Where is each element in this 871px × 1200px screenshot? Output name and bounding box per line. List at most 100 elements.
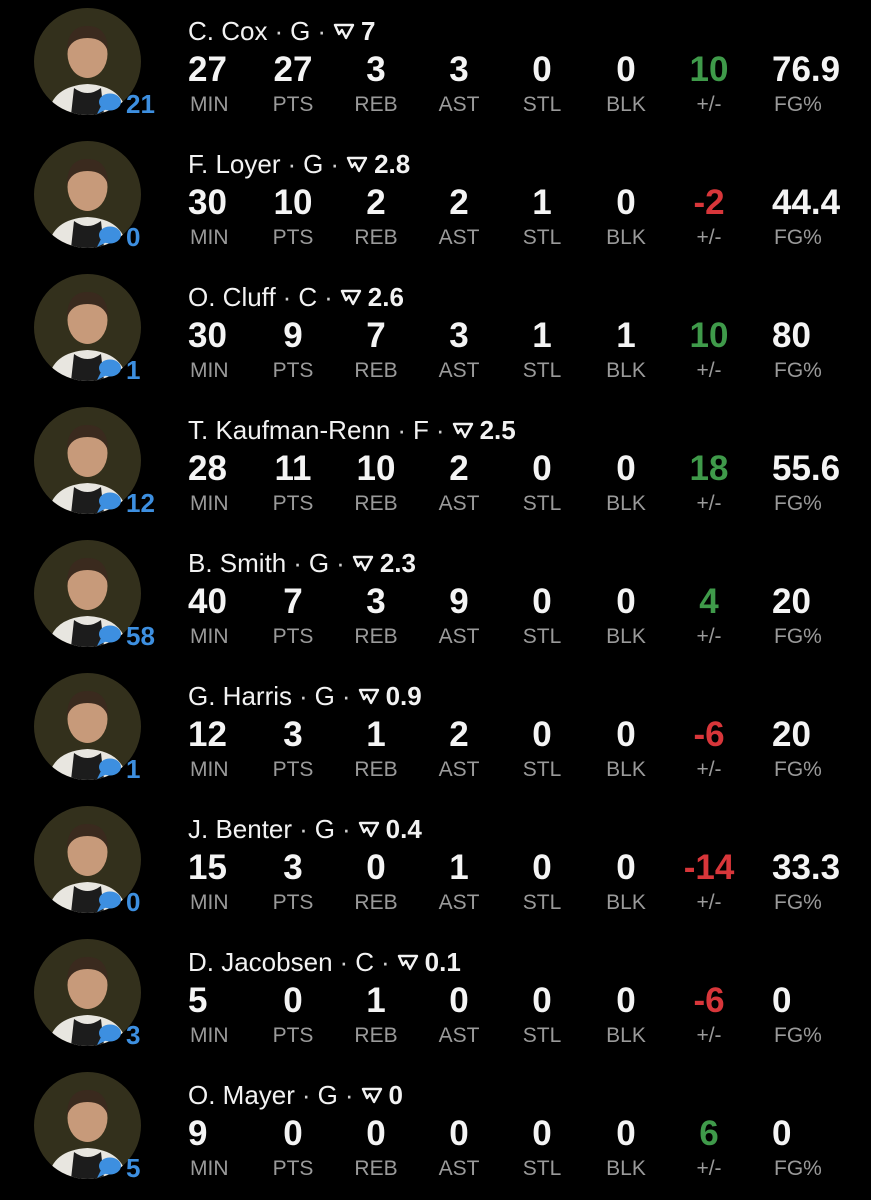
player-info-line: D. Jacobsen · C · 0.1 [188, 946, 461, 978]
player-name[interactable]: O. Cluff [188, 282, 276, 313]
fantasy-score: 2.8 [374, 148, 411, 179]
fantasy-score-icon [352, 554, 374, 572]
player-row[interactable]: 58 B. Smith · G · 2.3 40 MIN 7 PTS 3 REB [0, 532, 871, 665]
player-name[interactable]: D. Jacobsen [188, 947, 333, 978]
comment-count: 0 [126, 222, 141, 252]
stat-value: 6 [699, 1114, 719, 1153]
fantasy-score: 7 [361, 15, 376, 46]
separator-dot: · [301, 1079, 311, 1110]
player-name[interactable]: T. Kaufman-Renn [188, 415, 390, 446]
speech-bubble-icon [96, 358, 122, 382]
stat-value: -2 [693, 183, 725, 222]
stat-fg-pct: 44.4 FG% [772, 183, 871, 251]
stat-value: 20 [772, 715, 811, 754]
player-row[interactable]: 12 T. Kaufman-Renn · F · 2.5 28 MIN 11 P… [0, 399, 871, 532]
fantasy-score-icon [358, 820, 380, 838]
comments-link[interactable]: 3 [96, 1017, 140, 1053]
player-name[interactable]: J. Benter [188, 814, 292, 845]
player-row[interactable]: 3 D. Jacobsen · C · 0.1 5 MIN 0 PTS 1 RE… [0, 931, 871, 1064]
comments-link[interactable]: 12 [96, 485, 155, 521]
stat-value: 0 [772, 981, 792, 1020]
stat-fg-pct: 20 FG% [772, 582, 871, 650]
comments-link[interactable]: 0 [96, 219, 140, 255]
player-name[interactable]: O. Mayer [188, 1080, 295, 1111]
player-position: G [317, 1079, 338, 1110]
stat-label: +/- [696, 758, 722, 781]
player-info-line: C. Cox · G · 7 [188, 15, 376, 47]
fantasy-score-icon [333, 22, 355, 40]
stat-value: 18 [689, 449, 729, 488]
player-row[interactable]: 1 G. Harris · G · 0.9 12 MIN 3 PTS 1 REB [0, 665, 871, 798]
fantasy-score: 0.9 [385, 680, 422, 711]
fantasy-score: 2.3 [379, 547, 416, 578]
comments-link[interactable]: 1 [96, 352, 140, 388]
stat-label: +/- [696, 1157, 722, 1180]
player-row[interactable]: 0 F. Loyer · G · 2.8 30 MIN 10 PTS 2 REB [0, 133, 871, 266]
comment-count: 58 [126, 621, 155, 651]
stat-value: 4 [699, 582, 719, 621]
stat-value: -6 [693, 715, 725, 754]
comments-link[interactable]: 21 [96, 86, 155, 122]
player-name[interactable]: B. Smith [188, 548, 286, 579]
stat-plus-minus: 18 +/- [654, 449, 764, 517]
separator-dot: · [435, 414, 445, 445]
stat-label: +/- [696, 1024, 722, 1047]
speech-bubble-icon [96, 624, 122, 648]
stat-label: +/- [696, 359, 722, 382]
comments-link[interactable]: 1 [96, 751, 140, 787]
player-name[interactable]: C. Cox [188, 16, 267, 47]
fantasy-score: 0.1 [424, 946, 461, 977]
comments-link[interactable]: 0 [96, 884, 140, 920]
comments-link[interactable]: 5 [96, 1150, 140, 1186]
stat-value: 76.9 [772, 50, 841, 89]
stat-plus-minus: 10 +/- [654, 50, 764, 118]
player-position: C [298, 281, 318, 312]
player-position: C [355, 946, 374, 977]
player-name[interactable]: F. Loyer [188, 149, 281, 180]
separator-dot: · [317, 15, 327, 46]
player-info-line: F. Loyer · G · 2.8 [188, 148, 410, 180]
fantasy-score-icon [346, 155, 368, 173]
player-row[interactable]: 0 J. Benter · G · 0.4 15 MIN 3 PTS 0 REB [0, 798, 871, 931]
player-name[interactable]: G. Harris [188, 681, 292, 712]
stat-value: 0 [772, 1114, 792, 1153]
player-position: G [314, 680, 335, 711]
stat-fg-pct: 0 FG% [772, 1114, 871, 1182]
separator-dot: · [397, 414, 406, 445]
stat-value: 20 [772, 582, 811, 621]
player-stats-list: 21 C. Cox · G · 7 27 MIN 27 PTS 3 REB 3 … [0, 0, 871, 1200]
separator-dot: · [299, 680, 308, 711]
fantasy-score-icon [452, 421, 474, 439]
separator-dot: · [341, 813, 351, 844]
stat-label: FG% [774, 93, 822, 116]
stat-value: 10 [689, 50, 729, 89]
separator-dot: · [293, 547, 302, 578]
stat-plus-minus: -2 +/- [654, 183, 764, 251]
separator-dot: · [330, 148, 340, 179]
comments-link[interactable]: 58 [96, 618, 155, 654]
player-position: G [303, 148, 324, 179]
stat-fg-pct: 55.6 FG% [772, 449, 871, 517]
player-row[interactable]: 21 C. Cox · G · 7 27 MIN 27 PTS 3 REB 3 … [0, 0, 871, 133]
player-row[interactable]: 5 O. Mayer · G · 0 9 MIN 0 PTS 0 REB 0 A… [0, 1064, 871, 1197]
speech-bubble-icon [96, 890, 122, 914]
stat-label: +/- [696, 625, 722, 648]
stat-value: -6 [693, 981, 725, 1020]
stat-label: FG% [774, 625, 822, 648]
speech-bubble-icon [96, 1156, 122, 1180]
stat-label: +/- [696, 93, 722, 116]
speech-bubble-icon [96, 757, 122, 781]
separator-dot: · [282, 281, 292, 312]
stat-value: 55.6 [772, 449, 841, 488]
stat-plus-minus: -14 +/- [654, 848, 764, 916]
speech-bubble-icon [96, 1023, 122, 1047]
fantasy-score-icon [397, 953, 419, 971]
player-row[interactable]: 1 O. Cluff · C · 2.6 30 MIN 9 PTS 7 REB [0, 266, 871, 399]
stat-fg-pct: 76.9 FG% [772, 50, 871, 118]
fantasy-score: 0.4 [385, 813, 422, 844]
stat-fg-pct: 80 FG% [772, 316, 871, 384]
comment-count: 1 [126, 355, 141, 385]
speech-bubble-icon [96, 491, 122, 515]
separator-dot: · [299, 813, 308, 844]
stat-label: FG% [774, 359, 822, 382]
